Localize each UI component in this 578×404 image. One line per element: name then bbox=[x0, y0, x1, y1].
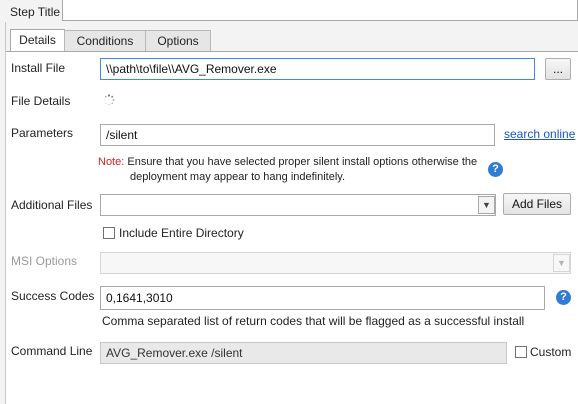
msi-chevron-down-icon: ▼ bbox=[553, 254, 570, 272]
include-directory-checkbox[interactable] bbox=[103, 227, 115, 239]
tab-details[interactable]: Details bbox=[10, 29, 65, 52]
install-file-input[interactable]: \\path\to\file\\AVG_Remover.exe bbox=[100, 58, 535, 80]
custom-command-label: Custom bbox=[530, 345, 572, 359]
additional-files-label: Additional Files bbox=[11, 198, 93, 212]
msi-options-select bbox=[100, 252, 571, 274]
note-prefix: Note: bbox=[98, 156, 125, 168]
add-files-button[interactable]: Add Files bbox=[503, 193, 571, 215]
question-circle-icon[interactable]: ? bbox=[488, 162, 503, 177]
browse-button[interactable]: ... bbox=[545, 58, 571, 80]
parameters-note-line-2: deployment may appear to hang indefinite… bbox=[130, 171, 346, 183]
success-codes-hint: Comma separated list of return codes tha… bbox=[102, 314, 525, 328]
additional-files-select[interactable] bbox=[100, 194, 496, 216]
command-line-label: Command Line bbox=[11, 344, 93, 358]
success-codes-help-icon[interactable]: ? bbox=[556, 290, 571, 305]
note-line-1: Ensure that you have selected proper sil… bbox=[127, 156, 478, 168]
step-title-label: Step Title bbox=[10, 5, 61, 19]
success-codes-label: Success Codes bbox=[11, 289, 95, 303]
success-codes-input[interactable]: 0,1641,3010 bbox=[100, 286, 545, 310]
tab-options[interactable]: Options bbox=[145, 30, 211, 51]
step-title-input[interactable] bbox=[62, 0, 578, 21]
custom-command-checkbox[interactable] bbox=[515, 346, 527, 358]
include-directory-label: Include Entire Directory bbox=[119, 226, 244, 240]
msi-options-label: MSI Options bbox=[11, 254, 78, 268]
parameters-input[interactable]: /silent bbox=[100, 124, 495, 146]
parameters-label: Parameters bbox=[11, 126, 74, 140]
loading-spinner-icon bbox=[103, 94, 115, 106]
chevron-down-icon[interactable]: ▼ bbox=[478, 196, 495, 214]
parameters-note: Note: Ensure that you have selected prop… bbox=[98, 155, 488, 170]
search-online-link[interactable]: search online bbox=[504, 127, 575, 141]
tab-conditions[interactable]: Conditions bbox=[64, 30, 146, 51]
command-line-input[interactable]: AVG_Remover.exe /silent bbox=[100, 342, 507, 364]
install-file-label: Install File bbox=[11, 61, 66, 75]
file-details-label: File Details bbox=[11, 94, 71, 108]
